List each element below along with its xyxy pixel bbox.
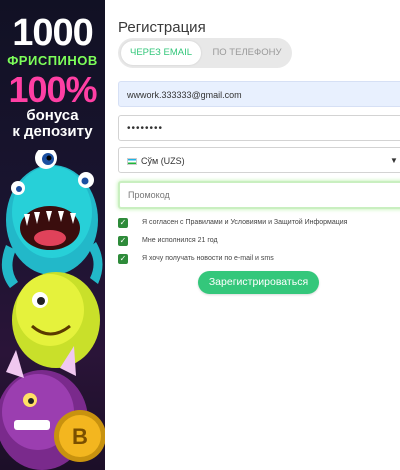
promo-code-input[interactable]: Промокод xyxy=(118,181,400,209)
registration-method-tabs: ЧЕРЕЗ EMAIL ПО ТЕЛЕФОНУ xyxy=(118,38,292,68)
monster-characters-illustration: B xyxy=(0,150,105,470)
dropdown-caret-icon: ▼ xyxy=(390,156,398,165)
tab-email[interactable]: ЧЕРЕЗ EMAIL xyxy=(121,41,201,65)
svg-text:B: B xyxy=(72,424,88,449)
newsletter-label: Я хочу получать новости по e-mail и sms xyxy=(142,255,274,262)
terms-checkbox[interactable]: ✓ xyxy=(118,218,128,228)
registration-title: Регистрация xyxy=(118,19,206,36)
banner-deposit-label: к депозиту xyxy=(12,123,93,140)
email-field[interactable]: wwwork.333333@gmail.com xyxy=(118,81,400,107)
banner-freespins-count: 1000 xyxy=(12,12,94,54)
terms-label: Я согласен с Правилами и Условиями и Защ… xyxy=(142,219,348,226)
currency-value: Сўм (UZS) xyxy=(141,156,185,166)
password-field[interactable]: •••••••• xyxy=(118,115,400,141)
currency-select[interactable]: Сўм (UZS) ▼ xyxy=(118,147,400,173)
newsletter-checkbox[interactable]: ✓ xyxy=(118,254,128,264)
banner-bonus-label: бонуса xyxy=(26,107,79,124)
register-button[interactable]: Зарегистрироваться xyxy=(198,271,319,294)
banner-bonus-percent: 100% xyxy=(8,69,97,110)
age-label: Мне исполнился 21 год xyxy=(142,237,218,244)
age-checkbox[interactable]: ✓ xyxy=(118,236,128,246)
tab-phone[interactable]: ПО ТЕЛЕФОНУ xyxy=(204,41,290,65)
uzbekistan-flag-icon xyxy=(127,158,137,166)
banner-freespins-label: ФРИСПИНОВ xyxy=(7,53,98,68)
promo-banner[interactable]: 1000 ФРИСПИНОВ 100% бонуса к депозиту B xyxy=(0,0,105,470)
